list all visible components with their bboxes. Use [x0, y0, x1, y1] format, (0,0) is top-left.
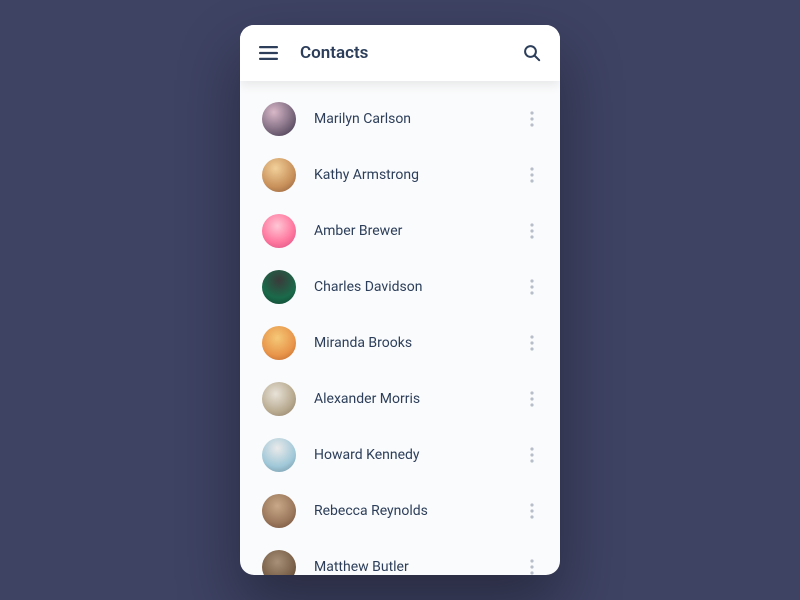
avatar [262, 214, 296, 248]
contact-name: Marilyn Carlson [314, 111, 522, 127]
avatar [262, 102, 296, 136]
contact-name: Amber Brewer [314, 223, 522, 239]
more-vert-icon [530, 167, 534, 183]
search-button[interactable] [518, 39, 546, 67]
app-frame: Contacts Marilyn Carlson Kathy Armstrong [240, 25, 560, 575]
more-button[interactable] [522, 161, 542, 189]
contact-name: Rebecca Reynolds [314, 503, 522, 519]
more-button[interactable] [522, 105, 542, 133]
more-vert-icon [530, 335, 534, 351]
more-button[interactable] [522, 385, 542, 413]
more-vert-icon [530, 503, 534, 519]
contact-row[interactable]: Amber Brewer [240, 203, 560, 259]
avatar [262, 326, 296, 360]
contact-row[interactable]: Marilyn Carlson [240, 91, 560, 147]
avatar [262, 550, 296, 575]
more-button[interactable] [522, 441, 542, 469]
more-vert-icon [530, 447, 534, 463]
app-bar: Contacts [240, 25, 560, 81]
more-button[interactable] [522, 329, 542, 357]
contact-name: Miranda Brooks [314, 335, 522, 351]
contact-row[interactable]: Kathy Armstrong [240, 147, 560, 203]
avatar [262, 158, 296, 192]
contact-row[interactable]: Howard Kennedy [240, 427, 560, 483]
contact-row[interactable]: Rebecca Reynolds [240, 483, 560, 539]
more-button[interactable] [522, 553, 542, 575]
more-button[interactable] [522, 497, 542, 525]
search-icon [523, 44, 541, 62]
more-vert-icon [530, 223, 534, 239]
contact-name: Alexander Morris [314, 391, 522, 407]
avatar [262, 382, 296, 416]
more-vert-icon [530, 111, 534, 127]
contact-row[interactable]: Charles Davidson [240, 259, 560, 315]
more-vert-icon [530, 279, 534, 295]
contact-name: Kathy Armstrong [314, 167, 522, 183]
avatar [262, 270, 296, 304]
contact-name: Howard Kennedy [314, 447, 522, 463]
avatar [262, 438, 296, 472]
contact-row[interactable]: Matthew Butler [240, 539, 560, 575]
hamburger-icon [259, 46, 278, 60]
more-button[interactable] [522, 217, 542, 245]
menu-button[interactable] [254, 39, 282, 67]
contact-row[interactable]: Miranda Brooks [240, 315, 560, 371]
avatar [262, 494, 296, 528]
contact-name: Matthew Butler [314, 559, 522, 575]
contact-row[interactable]: Alexander Morris [240, 371, 560, 427]
contact-name: Charles Davidson [314, 279, 522, 295]
more-button[interactable] [522, 273, 542, 301]
more-vert-icon [530, 559, 534, 575]
contacts-list[interactable]: Marilyn Carlson Kathy Armstrong Amber Br… [240, 81, 560, 575]
more-vert-icon [530, 391, 534, 407]
page-title: Contacts [300, 43, 518, 63]
